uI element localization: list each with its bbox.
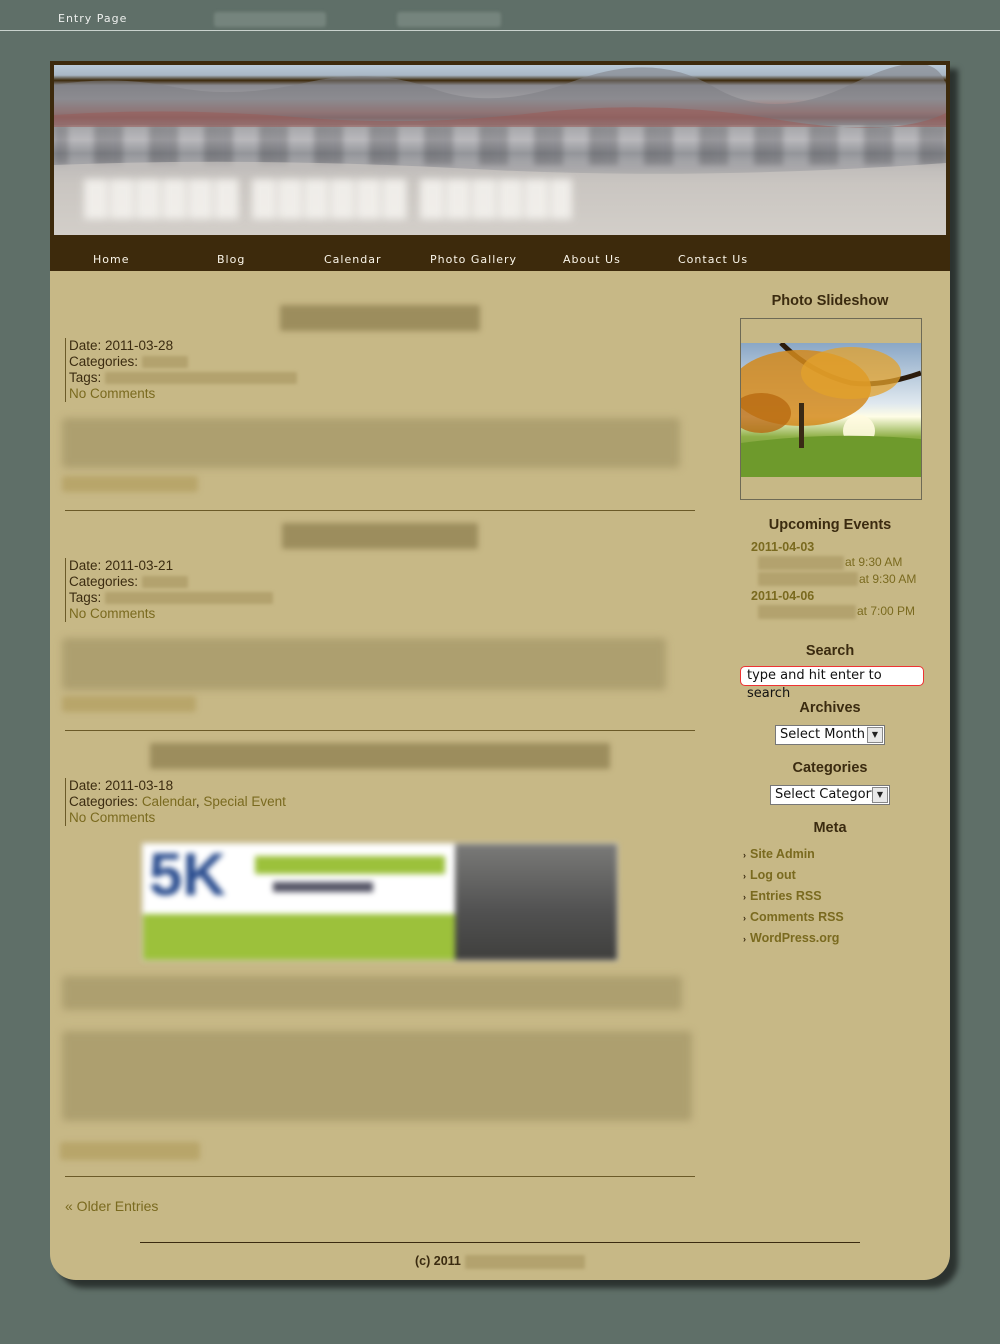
search-heading: Search xyxy=(805,643,855,659)
post-title-redacted[interactable] xyxy=(280,305,480,331)
categories-label: Categories: xyxy=(69,574,139,589)
read-more-link-redacted[interactable] xyxy=(62,696,196,712)
event-time: at 7:00 PM xyxy=(857,604,916,618)
nav-contact-us[interactable]: Contact Us xyxy=(678,253,748,266)
footer-divider xyxy=(140,1242,860,1243)
category-link-redacted[interactable] xyxy=(141,576,188,589)
event-title-redacted[interactable] xyxy=(758,605,856,619)
chevron-right-icon: › xyxy=(743,934,746,944)
main-nav: Home Blog Calendar Photo Gallery About U… xyxy=(50,237,950,271)
post-title-redacted[interactable] xyxy=(282,523,478,549)
slideshow-photo xyxy=(741,343,921,477)
event-time: at 9:30 AM xyxy=(845,555,903,569)
event-time: at 9:30 AM xyxy=(859,572,917,586)
categories-select[interactable]: Select Category ▼ xyxy=(770,785,890,805)
photo-slideshow-heading: Photo Slideshow xyxy=(771,293,889,309)
nav-calendar[interactable]: Calendar xyxy=(324,253,381,266)
site-title-redacted[interactable]: ██████ ██████ ██████ xyxy=(84,179,572,221)
chevron-right-icon: › xyxy=(743,871,746,881)
archives-select[interactable]: Select Month ▼ xyxy=(775,725,885,745)
event-title-redacted[interactable] xyxy=(758,556,844,570)
nav-blog[interactable]: Blog xyxy=(217,253,245,266)
archives-selected-value: Select Month xyxy=(780,727,865,742)
post-text-redacted xyxy=(62,976,682,1010)
event-title-redacted[interactable] xyxy=(758,572,858,586)
chevron-right-icon: › xyxy=(743,892,746,902)
post-divider xyxy=(65,1176,695,1177)
nav-home[interactable]: Home xyxy=(93,253,129,266)
top-link-redacted-2[interactable] xyxy=(397,12,501,27)
post-meta: Date: 2011-03-28 Categories: Tags: No Co… xyxy=(65,338,298,402)
post-divider xyxy=(65,510,695,511)
read-more-link-redacted[interactable] xyxy=(62,476,198,492)
top-bar: Entry Page xyxy=(0,0,1000,31)
post-divider xyxy=(65,730,695,731)
category-link-special-event[interactable]: Special Event xyxy=(203,794,286,809)
header-banner: ██████ ██████ ██████ xyxy=(50,61,950,237)
post-meta: Date: 2011-03-18 Categories: Calendar, S… xyxy=(65,778,286,826)
nav-about-us[interactable]: About Us xyxy=(563,253,621,266)
post-meta: Date: 2011-03-21 Categories: Tags: No Co… xyxy=(65,558,274,622)
category-link-redacted[interactable] xyxy=(141,356,188,369)
meta-link-site-admin[interactable]: › Site Admin xyxy=(743,844,844,865)
event-date[interactable]: 2011-04-06 xyxy=(751,589,814,603)
post-excerpt-redacted xyxy=(62,418,680,468)
5k-event-image[interactable]: 5K xyxy=(142,843,618,961)
tags-label: Tags: xyxy=(69,590,102,605)
category-link-calendar[interactable]: Calendar xyxy=(142,794,196,809)
post-date: Date: 2011-03-21 xyxy=(69,558,174,573)
upcoming-events-heading: Upcoming Events xyxy=(768,517,892,533)
meta-heading: Meta xyxy=(813,820,847,836)
post-date: Date: 2011-03-18 xyxy=(69,778,174,793)
meta-link-wordpress[interactable]: › WordPress.org xyxy=(743,928,844,949)
chevron-down-icon: ▼ xyxy=(867,727,883,743)
read-more-link-redacted[interactable] xyxy=(60,1142,200,1160)
post-excerpt-redacted xyxy=(62,638,666,690)
archives-heading: Archives xyxy=(799,700,861,716)
chevron-down-icon: ▼ xyxy=(872,787,888,803)
meta-link-entries-rss[interactable]: › Entries RSS xyxy=(743,886,844,907)
categories-label: Categories: xyxy=(69,354,139,369)
chevron-right-icon: › xyxy=(743,850,746,860)
copyright-text: (c) 2011 xyxy=(415,1254,461,1268)
tags-label: Tags: xyxy=(69,370,102,385)
meta-link-log-out[interactable]: › Log out xyxy=(743,865,844,886)
post-text-redacted xyxy=(62,1031,692,1121)
tag-links-redacted[interactable] xyxy=(105,592,274,605)
comments-link[interactable]: No Comments xyxy=(69,386,155,401)
photo-slideshow[interactable] xyxy=(740,318,922,500)
copyright-owner-redacted xyxy=(464,1254,585,1269)
top-link-redacted-1[interactable] xyxy=(214,12,326,27)
post-date: Date: 2011-03-28 xyxy=(69,338,174,353)
comments-link[interactable]: No Comments xyxy=(69,810,155,825)
categories-heading: Categories xyxy=(792,760,868,776)
chevron-right-icon: › xyxy=(743,913,746,923)
event-date[interactable]: 2011-04-03 xyxy=(751,540,814,554)
meta-links: › Site Admin › Log out › Entries RSS › Comme… xyxy=(743,844,844,949)
meta-link-comments-rss[interactable]: › Comments RSS xyxy=(743,907,844,928)
nav-photo-gallery[interactable]: Photo Gallery xyxy=(430,253,517,266)
older-entries-link[interactable]: « Older Entries xyxy=(65,1198,158,1214)
categories-selected-value: Select Category xyxy=(775,787,879,802)
main-card: ██████ ██████ ██████ Home Blog Calendar … xyxy=(50,61,950,1280)
entry-page-link[interactable]: Entry Page xyxy=(58,12,127,25)
comments-link[interactable]: No Comments xyxy=(69,606,155,621)
categories-label: Categories: xyxy=(69,794,139,809)
5k-logo-text: 5K xyxy=(149,843,226,908)
tag-links-redacted[interactable] xyxy=(105,372,298,385)
search-input[interactable]: type and hit enter to search xyxy=(740,666,924,701)
post-title-redacted[interactable] xyxy=(150,743,610,769)
footer: (c) 2011 xyxy=(415,1254,585,1269)
